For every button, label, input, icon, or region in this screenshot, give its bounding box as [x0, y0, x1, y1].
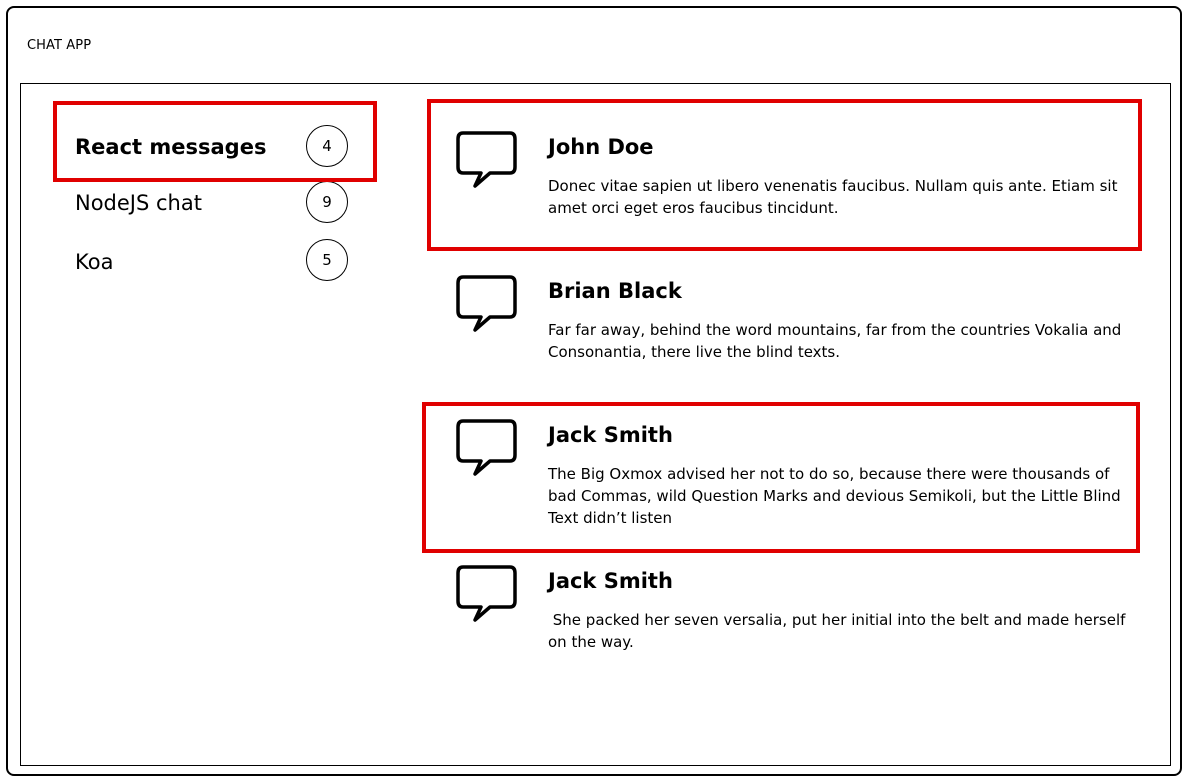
message-author: John Doe	[548, 135, 654, 159]
unread-count-badge: 9	[306, 181, 348, 223]
message-author: Jack Smith	[548, 423, 673, 447]
message-author: Jack Smith	[548, 569, 673, 593]
speech-bubble-icon	[456, 275, 517, 332]
channel-label: React messages	[75, 134, 267, 159]
message-item[interactable]: Jack Smith She packed her seven versalia…	[455, 565, 1135, 665]
unread-count-badge: 4	[306, 125, 348, 167]
message-item[interactable]: Brian Black Far far away, behind the wor…	[455, 275, 1135, 375]
message-text: She packed her seven versalia, put her i…	[548, 611, 1131, 651]
speech-bubble-icon	[456, 419, 517, 476]
speech-bubble-icon	[456, 565, 517, 622]
message-text: Far far away, behind the word mountains,…	[548, 321, 1122, 361]
channel-item-react-messages[interactable]: React messages	[75, 124, 266, 170]
channel-item-nodejs-chat[interactable]: NodeJS chat	[75, 180, 202, 226]
channel-label: Koa	[75, 249, 114, 274]
unread-count-badge: 5	[306, 239, 348, 281]
message-text: The Big Oxmox advised her not to do so, …	[548, 465, 1121, 527]
message-author: Brian Black	[548, 279, 682, 303]
message-item[interactable]: Jack Smith The Big Oxmox advised her not…	[455, 419, 1135, 539]
app-title: CHAT APP	[27, 38, 92, 53]
message-item[interactable]: John Doe Donec vitae sapien ut libero ve…	[455, 131, 1135, 231]
speech-bubble-icon	[456, 131, 517, 188]
message-text: Donec vitae sapien ut libero venenatis f…	[548, 177, 1118, 217]
channel-item-koa[interactable]: Koa	[75, 239, 113, 285]
channel-label: NodeJS chat	[75, 190, 202, 215]
